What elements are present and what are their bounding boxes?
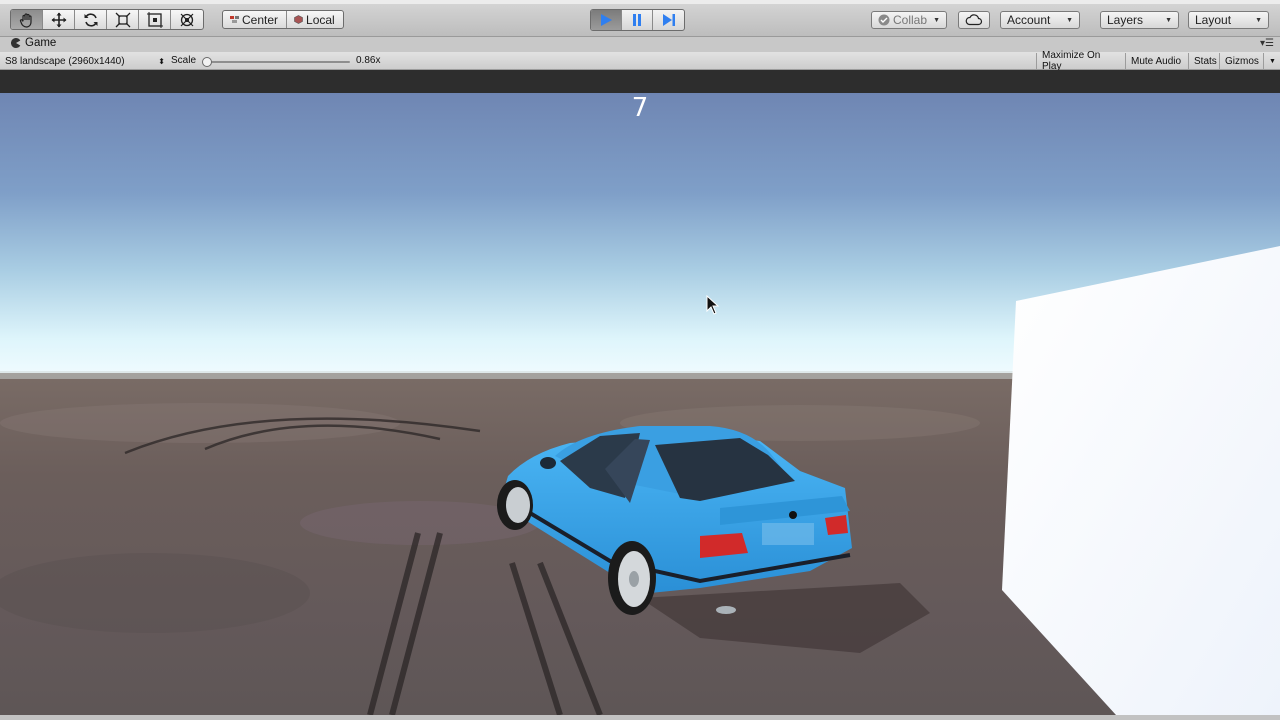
rotate-tool-button[interactable] [75, 10, 107, 29]
game-view-toolbar: S8 landscape (2960x1440) ⬍ Scale 0.86x M… [0, 50, 1280, 72]
collab-check-icon [878, 14, 890, 26]
gizmos-label: Gizmos [1225, 55, 1259, 67]
window-top-edge [0, 0, 1280, 4]
resolution-label: S8 landscape (2960x1440) [5, 55, 125, 67]
pause-button[interactable] [622, 10, 653, 30]
pivot-rotation-label: Local [306, 12, 335, 27]
account-label: Account [1007, 13, 1051, 27]
gizmos-dropdown[interactable]: Gizmos [1219, 53, 1263, 69]
game-tab-title: Game [25, 37, 57, 49]
stats-toggle[interactable]: Stats [1188, 53, 1219, 69]
layers-dropdown[interactable]: Layers ▼ [1100, 11, 1179, 29]
updown-arrows-icon: ⬍ [158, 56, 165, 66]
hand-tool-button[interactable] [11, 10, 43, 29]
step-button[interactable] [653, 10, 684, 30]
rect-tool-button[interactable] [139, 10, 171, 29]
transform-icon [180, 13, 194, 26]
resolution-dropdown[interactable]: S8 landscape (2960x1440) ⬍ [5, 54, 165, 68]
scale-tool-button[interactable] [107, 10, 139, 29]
pivot-mode-button[interactable]: Center [223, 11, 288, 28]
collab-caret-icon: ▼ [933, 16, 940, 24]
scale-icon [115, 12, 130, 27]
cloud-button[interactable] [958, 11, 990, 29]
layers-label: Layers [1107, 13, 1144, 27]
local-cube-icon [294, 15, 303, 24]
account-dropdown[interactable]: Account ▼ [1000, 11, 1080, 29]
pivot-center-icon [230, 16, 239, 23]
pivot-mode-label: Center [242, 12, 279, 27]
layout-dropdown[interactable]: Layout ▼ [1188, 11, 1269, 29]
pivot-toggles: Center Local [222, 10, 344, 29]
pivot-rotation-button[interactable]: Local [287, 11, 343, 28]
stats-label: Stats [1194, 55, 1217, 67]
gizmos-caret-icon[interactable]: ▼ [1263, 53, 1277, 69]
game-view[interactable] [0, 70, 1280, 715]
play-button[interactable] [591, 10, 622, 30]
pacman-game-icon [11, 38, 21, 48]
step-icon [662, 14, 675, 26]
scale-value: 0.86x [356, 55, 381, 66]
mute-audio-toggle[interactable]: Mute Audio [1125, 53, 1188, 69]
move-arrows-icon [51, 12, 66, 27]
scale-label: Scale [171, 55, 197, 66]
mouse-pointer-icon [706, 294, 720, 318]
layout-label: Layout [1195, 13, 1232, 27]
transform-tool-button[interactable] [171, 10, 203, 29]
collab-label: Collab [893, 13, 928, 27]
mute-audio-label: Mute Audio [1131, 55, 1182, 67]
bottom-edge [0, 715, 1280, 720]
maximize-on-play-label: Maximize On Play [1042, 50, 1101, 72]
maximize-on-play-toggle[interactable]: Maximize On Play [1036, 50, 1125, 72]
scale-slider-knob[interactable] [202, 57, 212, 67]
tab-menu-icon[interactable]: ▾☰ [1260, 38, 1274, 49]
move-tool-button[interactable] [43, 10, 75, 29]
hud-counter: 7 [631, 93, 649, 123]
rect-transform-icon [146, 11, 163, 28]
game-scene [0, 93, 1280, 715]
hand-icon [19, 12, 32, 28]
cloud-icon [965, 14, 983, 26]
pause-icon [633, 14, 641, 26]
account-caret-icon: ▼ [1066, 16, 1073, 24]
collab-dropdown[interactable]: Collab ▼ [871, 11, 947, 29]
scale-slider[interactable] [202, 57, 350, 67]
play-icon [601, 14, 612, 26]
main-toolbar: Center Local Collab ▼ Account ▼ Layers ▼ [0, 0, 1280, 37]
layout-caret-icon: ▼ [1255, 16, 1262, 24]
layers-caret-icon: ▼ [1165, 16, 1172, 24]
game-tab[interactable]: Game [11, 37, 56, 49]
transform-tools [10, 9, 204, 30]
playmode-controls [590, 9, 685, 31]
rotate-icon [84, 12, 97, 27]
